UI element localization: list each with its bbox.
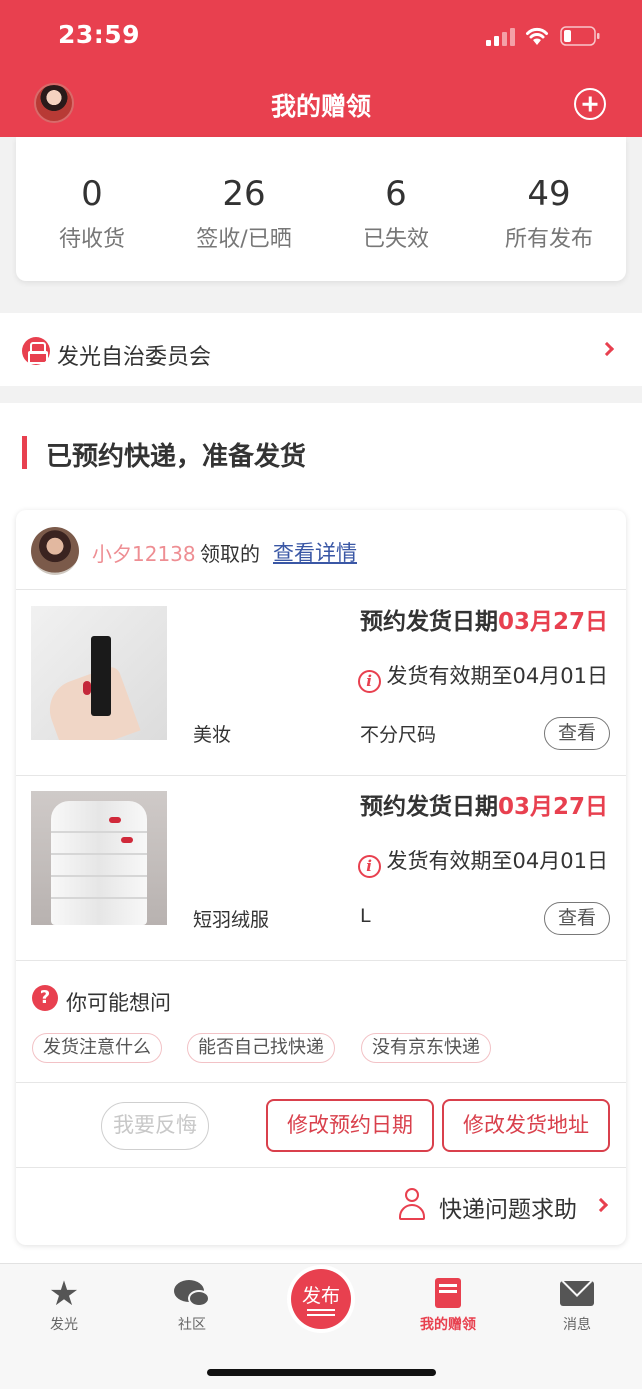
order-card-header: 小夕12138 领取的 查看详情 bbox=[16, 510, 626, 590]
committee-icon bbox=[22, 337, 50, 365]
status-time: 23:59 bbox=[58, 20, 141, 49]
faq-tag[interactable]: 发货注意什么 bbox=[32, 1033, 162, 1063]
committee-label: 发光自治委员会 bbox=[57, 345, 212, 370]
add-button[interactable] bbox=[574, 88, 606, 120]
tab-label: 消息 bbox=[563, 1317, 591, 1333]
item-size: L bbox=[360, 905, 371, 927]
person-icon bbox=[399, 1188, 425, 1222]
info-icon: i bbox=[357, 855, 381, 878]
product-image[interactable] bbox=[31, 791, 167, 925]
chevron-right-icon bbox=[599, 341, 615, 357]
stat-label: 签收/已晒 bbox=[196, 227, 292, 252]
validity-text: 发货有效期至04月01日 bbox=[386, 664, 608, 688]
tab-my-gifts[interactable]: 我的赠领 bbox=[398, 1278, 498, 1334]
faq-tag[interactable]: 能否自己找快递 bbox=[187, 1033, 335, 1063]
stat-value: 49 bbox=[527, 174, 571, 214]
tab-label: 我的赠领 bbox=[420, 1317, 476, 1333]
schedule-prefix: 预约发货日期 bbox=[359, 609, 498, 635]
section-title: 已预约快递，准备发货 bbox=[46, 442, 307, 472]
tab-label: 发光 bbox=[50, 1317, 78, 1333]
help-label: 快递问题求助 bbox=[439, 1197, 577, 1223]
publish-label: 发布 bbox=[301, 1285, 340, 1307]
book-icon bbox=[433, 1278, 463, 1310]
schedule-date: 03月27日 bbox=[497, 609, 608, 635]
tab-faguang[interactable]: ★ 发光 bbox=[14, 1274, 114, 1334]
nav-bar: 我的赠领 bbox=[0, 74, 642, 137]
stat-label: 已失效 bbox=[362, 227, 429, 252]
regret-button[interactable]: 我要反悔 bbox=[101, 1102, 209, 1150]
view-button[interactable]: 查看 bbox=[544, 717, 610, 750]
stat-value: 6 bbox=[385, 174, 407, 214]
stat-pending-receipt[interactable]: 0 待收货 bbox=[16, 173, 168, 253]
ship-schedule: 预约发货日期03月27日 bbox=[360, 787, 608, 821]
schedule-date: 03月27日 bbox=[497, 794, 608, 820]
star-icon: ★ bbox=[48, 1274, 80, 1314]
stat-all-posts[interactable]: 49 所有发布 bbox=[473, 173, 625, 253]
faq-tag[interactable]: 没有京东快递 bbox=[361, 1033, 491, 1063]
faq-section: ? 你可能想问 发货注意什么 能否自己找快递 没有京东快递 bbox=[16, 960, 626, 1083]
chat-icon bbox=[174, 1278, 210, 1310]
tab-label: 社区 bbox=[178, 1317, 206, 1333]
question-icon: ? bbox=[32, 985, 58, 1011]
faq-title: 你可能想问 bbox=[66, 991, 171, 1015]
committee-row[interactable]: 发光自治委员会 bbox=[0, 313, 642, 386]
change-date-button[interactable]: 修改预约日期 bbox=[266, 1099, 434, 1152]
view-detail-link[interactable]: 查看详情 bbox=[273, 537, 357, 567]
order-card: 小夕12138 领取的 查看详情 预约发货日期03月27日 i 发货有效期至04月… bbox=[16, 510, 626, 1245]
stats-card: 0 待收货 26 签收/已晒 6 已失效 49 所有发布 bbox=[16, 137, 626, 281]
shipping-section: 已预约快递，准备发货 小夕12138 领取的 查看详情 预约发货日期03月27日… bbox=[0, 403, 642, 1263]
claimed-text: 领取的 bbox=[200, 542, 260, 566]
validity-row: i 发货有效期至04月01日 bbox=[357, 845, 608, 878]
mail-icon bbox=[560, 1278, 594, 1310]
product-image[interactable] bbox=[31, 606, 167, 740]
stat-value: 0 bbox=[81, 174, 103, 214]
order-actions: 我要反悔 修改预约日期 修改发货地址 bbox=[16, 1083, 626, 1168]
stat-value: 26 bbox=[222, 174, 266, 214]
stat-expired[interactable]: 6 已失效 bbox=[320, 173, 472, 253]
wifi-icon bbox=[526, 27, 548, 45]
stat-signed-shared[interactable]: 26 签收/已晒 bbox=[168, 173, 320, 253]
item-category: 短羽绒服 bbox=[193, 909, 270, 931]
chevron-right-icon bbox=[593, 1197, 609, 1213]
order-item: 预约发货日期03月27日 i 发货有效期至04月01日 短羽绒服 L 查看 bbox=[16, 775, 626, 961]
home-indicator bbox=[207, 1369, 436, 1376]
stat-label: 所有发布 bbox=[504, 227, 593, 252]
delivery-help-row[interactable]: 快递问题求助 bbox=[16, 1168, 626, 1245]
status-bar: 23:59 bbox=[0, 0, 642, 74]
change-address-button[interactable]: 修改发货地址 bbox=[442, 1099, 610, 1152]
publish-button[interactable]: 发布 bbox=[291, 1269, 351, 1329]
section-accent-bar bbox=[22, 436, 27, 469]
item-category: 美妆 bbox=[193, 724, 232, 746]
item-size: 不分尺码 bbox=[360, 724, 437, 746]
validity-row: i 发货有效期至04月01日 bbox=[357, 660, 608, 693]
ship-schedule: 预约发货日期03月27日 bbox=[360, 602, 608, 636]
info-icon: i bbox=[357, 670, 381, 693]
cellular-signal-icon bbox=[486, 28, 516, 46]
battery-icon bbox=[560, 26, 600, 46]
tab-messages[interactable]: 消息 bbox=[527, 1278, 627, 1334]
order-item: 预约发货日期03月27日 i 发货有效期至04月01日 美妆 不分尺码 查看 bbox=[16, 590, 626, 776]
page-title: 我的赠领 bbox=[270, 92, 371, 121]
view-button[interactable]: 查看 bbox=[544, 902, 610, 935]
schedule-prefix: 预约发货日期 bbox=[359, 794, 498, 820]
username[interactable]: 小夕12138 bbox=[92, 538, 196, 567]
validity-text: 发货有效期至04月01日 bbox=[386, 849, 608, 873]
stat-label: 待收货 bbox=[58, 227, 125, 252]
user-avatar[interactable] bbox=[31, 527, 79, 575]
tab-community[interactable]: 社区 bbox=[142, 1278, 242, 1334]
